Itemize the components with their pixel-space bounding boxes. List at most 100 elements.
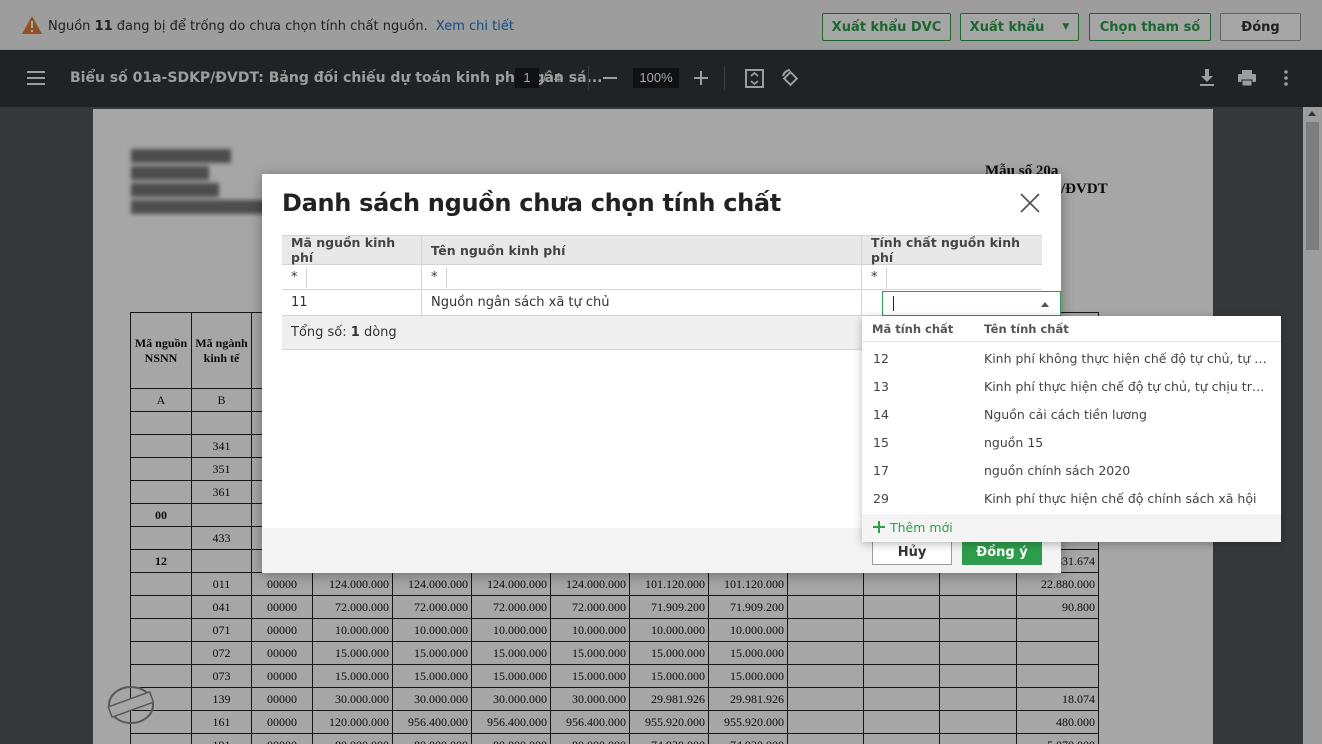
filter-property[interactable]: * <box>862 265 1042 289</box>
table-cell: 351 <box>191 457 252 481</box>
table-cell <box>130 641 192 665</box>
export-dvc-button[interactable]: Xuất khẩu DVC <box>822 13 951 41</box>
table-cell: 10.000.000 <box>392 618 472 642</box>
print-icon[interactable] <box>1238 70 1256 86</box>
table-cell: 10.000.000 <box>629 618 709 642</box>
table-cell <box>191 411 252 435</box>
list-item[interactable]: 12 Kinh phí không thực hiện chế độ tự chủ… <box>862 344 1281 372</box>
table-cell: 22.880.000 <box>1016 572 1099 596</box>
column-header-name[interactable]: Tên nguồn kinh phí <box>422 236 862 264</box>
scroll-up-icon[interactable] <box>1308 111 1316 116</box>
close-button[interactable]: Đóng <box>1220 13 1301 41</box>
table-cell <box>130 411 192 435</box>
table-cell: 15.000.000 <box>629 641 709 665</box>
table-row: 011 00000 124.000.000 124.000.000 124.000.00… <box>130 572 1099 596</box>
rotate-icon[interactable] <box>780 68 800 88</box>
table-cell <box>939 641 1017 665</box>
table-cell: 15.000.000 <box>312 664 393 688</box>
table-cell <box>1016 618 1099 642</box>
zoom-in-icon[interactable] <box>694 71 708 85</box>
table-row[interactable]: 11 Nguồn ngân sách xã tự chủ <box>282 290 1061 316</box>
property-combobox[interactable] <box>882 291 1061 316</box>
table-cell <box>191 503 252 527</box>
filter-code[interactable]: * <box>282 265 421 289</box>
view-details-link[interactable]: Xem chi tiết <box>436 19 514 34</box>
table-cell: 80.000.000 <box>550 733 630 744</box>
table-cell: 00000 <box>251 664 313 688</box>
table-cell: 956.400.000 <box>550 710 630 734</box>
table-cell: 80.000.000 <box>392 733 472 744</box>
table-cell: 15.000.000 <box>392 664 472 688</box>
table-cell <box>787 595 864 619</box>
table-cell: 139 <box>191 687 252 711</box>
cancel-button[interactable]: Hủy <box>872 540 952 565</box>
divider <box>724 66 725 90</box>
table-cell <box>939 618 1017 642</box>
zoom-input[interactable]: 100% <box>633 68 679 88</box>
list-item[interactable]: 13 Kinh phí thực hiện chế độ tự chủ, tự c… <box>862 372 1281 400</box>
table-row: 161 00000 120.000.000 956.400.000 956.400.00… <box>130 710 1099 734</box>
table-cell: 15.000.000 <box>708 664 788 688</box>
list-item[interactable]: 14 Nguồn cải cách tiền lương <box>862 400 1281 428</box>
list-item[interactable]: 29 Kinh phí thực hiện chế độ chính sách x… <box>862 484 1281 512</box>
table-cell: 10.000.000 <box>312 618 393 642</box>
notification-text: Nguồn 11 đang bị để trống do chưa chọn t… <box>48 19 514 34</box>
table-cell: 956.400.000 <box>392 710 472 734</box>
more-options-icon[interactable] <box>1284 70 1288 86</box>
table-cell <box>787 687 864 711</box>
table-cell: 101.120.000 <box>708 572 788 596</box>
grid-filter-row: * * * <box>282 265 1042 290</box>
table-cell: 30.000.000 <box>550 687 630 711</box>
table-cell <box>787 710 864 734</box>
close-icon[interactable] <box>1019 192 1041 214</box>
choose-params-button[interactable]: Chọn tham số <box>1089 13 1211 41</box>
table-cell <box>939 733 1017 744</box>
confirm-button[interactable]: Đồng ý <box>962 540 1042 565</box>
scroll-thumb[interactable] <box>1306 122 1319 250</box>
table-cell: 00000 <box>251 595 313 619</box>
row-count: Tổng số: 1 dòng <box>291 325 397 340</box>
table-cell: 341 <box>191 434 252 458</box>
list-item[interactable]: 17 nguồn chính sách 2020 <box>862 456 1281 484</box>
table-row: 071 00000 10.000.000 10.000.000 10.000.000 10… <box>130 618 1099 642</box>
filter-name[interactable]: * <box>422 265 862 289</box>
table-cell: 15.000.000 <box>708 641 788 665</box>
zoom-out-icon[interactable] <box>603 77 617 79</box>
download-icon[interactable] <box>1200 69 1214 86</box>
table-cell: 72.000.000 <box>392 595 472 619</box>
table-cell: 15.000.000 <box>392 641 472 665</box>
chevron-up-icon[interactable] <box>1041 302 1049 307</box>
table-cell: 124.000.000 <box>392 572 472 596</box>
column-header-code[interactable]: Mã nguồn kinh phí <box>282 235 421 265</box>
page-number-input[interactable]: 1 <box>515 68 539 88</box>
table-cell: 15.000.000 <box>629 664 709 688</box>
menu-icon[interactable] <box>27 71 45 85</box>
table-cell <box>863 733 940 744</box>
table-cell: 00000 <box>251 733 313 744</box>
table-cell: 956.400.000 <box>471 710 551 734</box>
table-row: 041 00000 72.000.000 72.000.000 72.000.000 72… <box>130 595 1099 619</box>
fit-page-icon[interactable] <box>745 69 764 88</box>
export-button[interactable]: Xuất khẩu ▼ <box>960 13 1079 41</box>
scrollbar[interactable] <box>1303 107 1322 744</box>
table-cell: 00000 <box>251 618 313 642</box>
list-item[interactable]: 15 nguồn 15 <box>862 428 1281 456</box>
table-cell <box>1016 664 1099 688</box>
table-cell: 30.000.000 <box>392 687 472 711</box>
table-cell <box>863 618 940 642</box>
table-cell: 10.000.000 <box>550 618 630 642</box>
table-cell: 072 <box>191 641 252 665</box>
table-cell <box>863 710 940 734</box>
add-new-button[interactable]: Thêm mới <box>862 514 1281 542</box>
table-cell: 72.000.000 <box>550 595 630 619</box>
table-cell: 72.000.000 <box>312 595 393 619</box>
table-cell: 29.981.926 <box>708 687 788 711</box>
column-header-property[interactable]: Tính chất nguồn kinh phí <box>862 235 1042 265</box>
table-cell <box>130 572 192 596</box>
grid-header: Mã nguồn kinh phí Tên nguồn kinh phí Tín… <box>282 235 1042 265</box>
table-cell <box>130 457 192 481</box>
table-cell: 10.000.000 <box>708 618 788 642</box>
dropdown-col-name: Tên tính chất <box>984 322 1069 336</box>
table-cell <box>787 733 864 744</box>
table-cell: 191 <box>191 733 252 744</box>
